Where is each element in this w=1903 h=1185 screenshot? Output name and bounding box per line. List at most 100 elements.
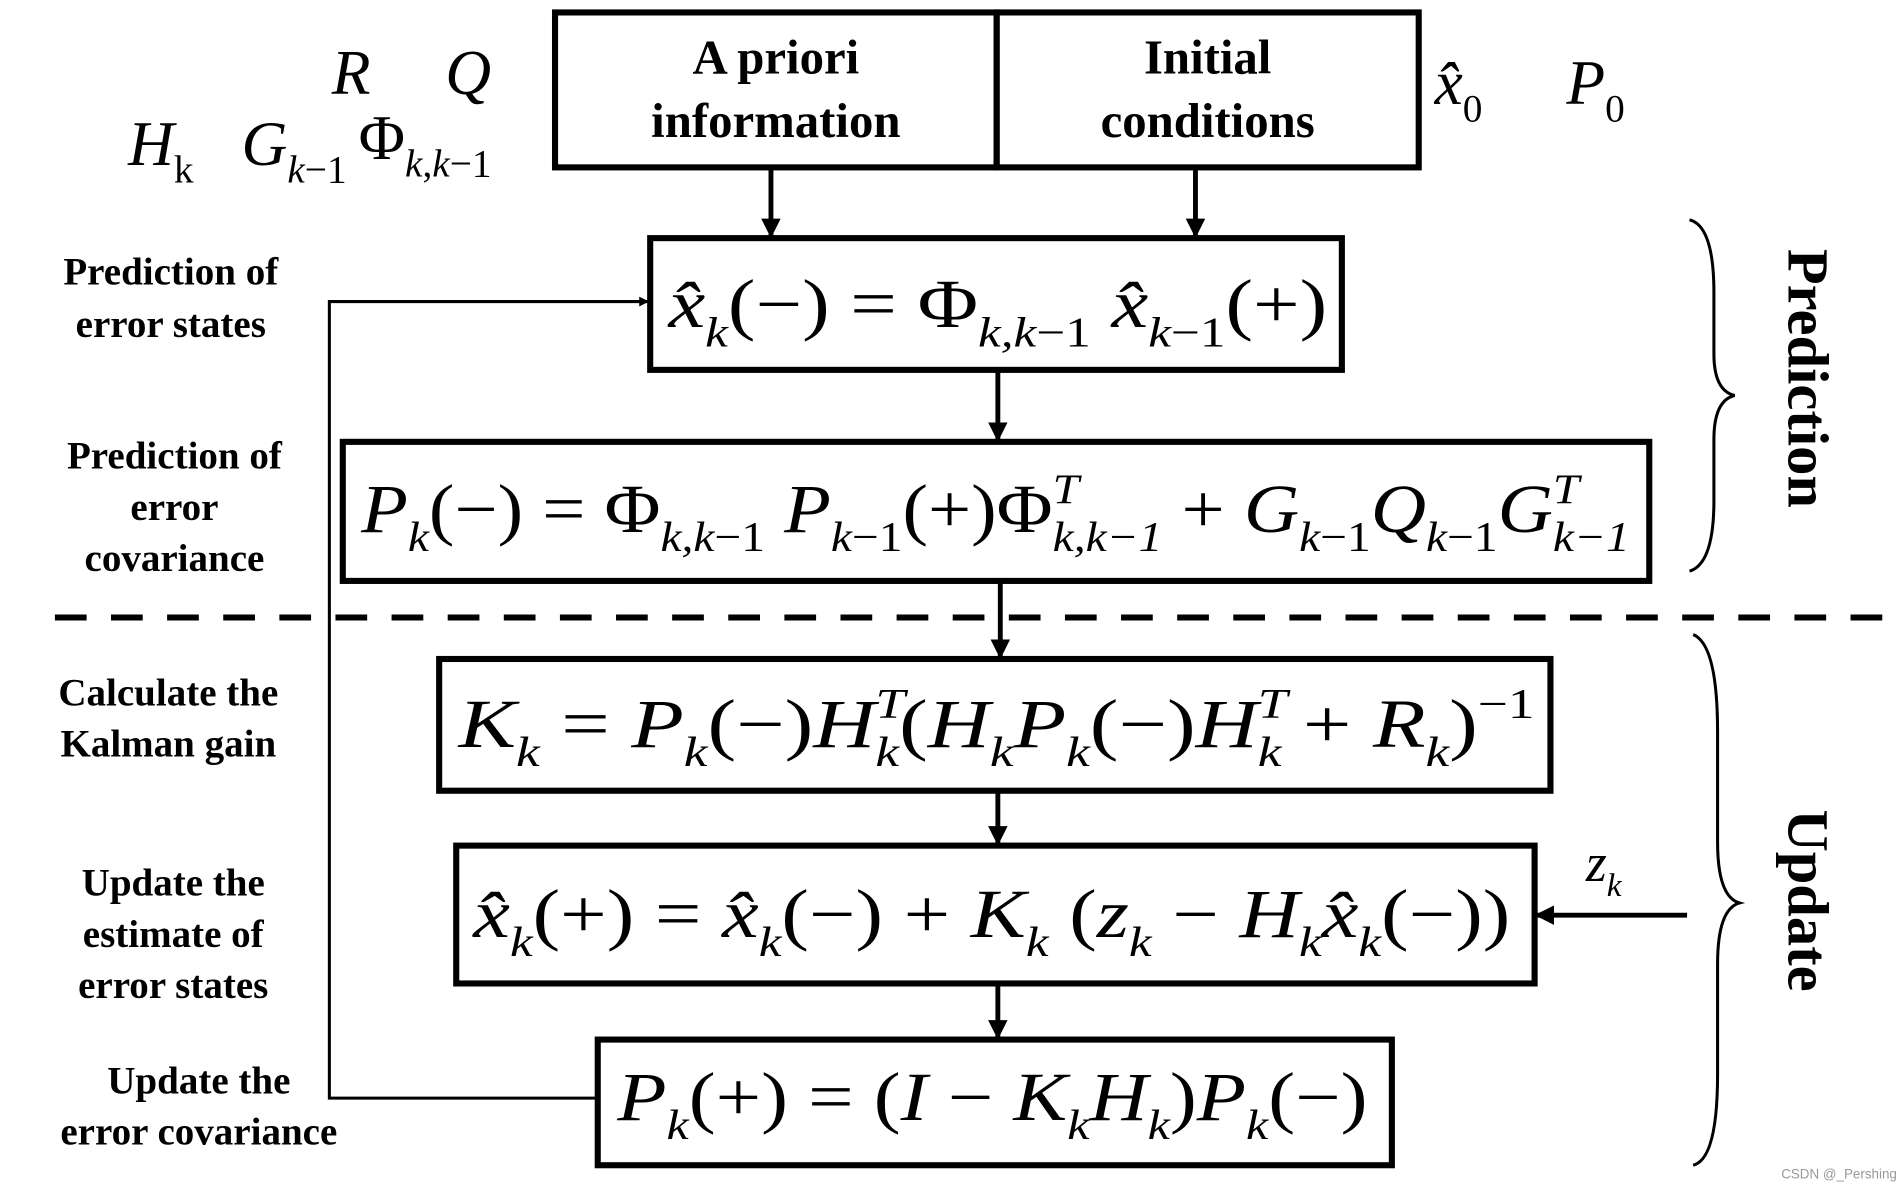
math-subscript: k,k−1 <box>1053 514 1163 561</box>
math-text: + <box>1162 471 1243 547</box>
math-text: − <box>1152 876 1240 952</box>
math-superscript: T <box>1053 466 1083 513</box>
math-variable: H <box>1194 686 1262 762</box>
math-variable: K <box>970 876 1030 952</box>
symbol-G: Gk−1 <box>242 108 347 192</box>
symbol-R: R <box>331 37 371 108</box>
label-upd-states-3: error states <box>78 964 268 1007</box>
math-subscript: k <box>408 514 430 561</box>
eq-update-state: x̂ k(+) = x̂ k(−) + Kk (z k − Hkx̂ k(−)) <box>472 876 1510 966</box>
math-subscript: k <box>684 729 709 776</box>
math-subscript: −1 <box>305 148 347 192</box>
math-text: = <box>540 686 632 762</box>
math-variable: P <box>630 686 684 762</box>
section-update: Update <box>1775 809 1840 991</box>
section-prediction: Prediction <box>1775 249 1840 508</box>
math-variable: H <box>927 686 995 762</box>
math-subscript: , <box>422 142 432 186</box>
label-pred-states-2: error states <box>76 303 266 346</box>
watermark: CSDN @_Pershing <box>1781 1167 1897 1182</box>
math-subscript: −1 <box>715 514 766 561</box>
math-variable: Q <box>445 37 491 108</box>
symbol-x0: x̂0 <box>1434 47 1483 131</box>
math-variable: z <box>1096 876 1129 952</box>
math-variable: H <box>127 108 177 179</box>
symbol-zk: zk <box>1585 833 1623 904</box>
math-subscript: k <box>287 148 306 192</box>
math-subscript: k <box>1258 729 1283 776</box>
math-subscript: k,k <box>978 309 1038 356</box>
label-upd-cov-2: error covariance <box>60 1110 337 1153</box>
math-variable: R <box>1372 686 1426 762</box>
math-text: + <box>1281 686 1373 762</box>
symbol-H: Hk <box>127 108 194 192</box>
initial-line1: Initial <box>1144 30 1271 84</box>
math-subscript: k <box>1299 919 1323 966</box>
math-text: (−) <box>1090 686 1196 762</box>
math-subscript: −1 <box>1320 514 1371 561</box>
math-variable: H <box>1238 876 1303 952</box>
math-subscript: k <box>990 729 1015 776</box>
math-text: (+)Φ <box>903 471 1053 547</box>
prediction-brace <box>1688 218 1736 573</box>
math-subscript: k <box>705 309 729 356</box>
math-text: Φ <box>359 102 405 173</box>
math-subscript: k <box>510 919 534 966</box>
math-variable: P <box>616 1059 666 1135</box>
update-brace <box>1692 633 1746 1167</box>
math-subscript: −1 <box>1447 514 1498 561</box>
kalman-filter-diagram: A priori information Initial conditions … <box>54 9 1897 1182</box>
math-variable: K <box>457 686 520 762</box>
math-subscript: k <box>1148 1102 1172 1149</box>
label-pred-states-1: Prediction of <box>63 250 279 293</box>
math-variable: H <box>812 686 880 762</box>
math-subscript: k <box>1426 514 1448 561</box>
initial-line2: conditions <box>1101 94 1315 148</box>
math-superscript: T <box>1553 466 1583 513</box>
math-subscript: k <box>1607 867 1623 904</box>
math-superscript: −1 <box>1478 681 1535 728</box>
label-pred-cov-1: Prediction of <box>67 435 283 478</box>
math-subscript: k <box>405 142 424 186</box>
math-subscript: 0 <box>1463 87 1483 131</box>
math-variable: x̂ <box>1091 266 1148 342</box>
math-subscript: k <box>831 514 853 561</box>
math-variable: G <box>242 108 288 179</box>
math-variable: x̂ <box>667 266 705 342</box>
math-variable: Q <box>1371 471 1426 547</box>
math-text: (−) <box>707 686 813 762</box>
math-subscript: k <box>432 142 451 186</box>
math-text: ) <box>1170 1059 1197 1135</box>
math-text: (−) = Φ <box>728 266 978 342</box>
math-subscript: k <box>1148 309 1172 356</box>
math-text: ( <box>899 686 928 762</box>
symbol-Phi: Φk,k−1 <box>359 102 492 186</box>
math-variable: H <box>1088 1059 1152 1135</box>
math-variable: x̂ <box>472 876 510 952</box>
math-subscript: k <box>1246 1102 1270 1149</box>
math-text: (−) + <box>781 876 970 952</box>
math-variable: x̂ <box>1434 47 1463 118</box>
math-subscript: k <box>1026 919 1050 966</box>
math-subscript: −1 <box>1036 309 1091 356</box>
math-text: (−) <box>1268 1059 1367 1135</box>
math-subscript: k <box>1067 1102 1091 1149</box>
symbol-P0: P0 <box>1565 47 1624 131</box>
math-subscript: k <box>667 1102 691 1149</box>
eq-update-covariance: Pk(+) = (I − KkH k)P k(−) <box>616 1059 1367 1149</box>
math-subscript: 0 <box>1605 87 1625 131</box>
math-text: − <box>928 1059 1014 1135</box>
a-priori-line2: information <box>651 94 900 148</box>
a-priori-line1: A priori <box>693 30 860 84</box>
math-variable: P <box>1565 47 1605 118</box>
math-subscript: −1 <box>1171 309 1226 356</box>
eq-predict-covariance: Pk(−) = Φk,k −1 Pk−1(+)Φ Tk,k−1 + Gk−1Q k−1… <box>360 466 1630 561</box>
math-text: (+) = ( <box>689 1059 901 1135</box>
math-variable: x̂ <box>1321 876 1359 952</box>
math-variable: P <box>1196 1059 1246 1135</box>
math-variable: G <box>1498 471 1553 547</box>
math-subscript: k,k <box>660 514 715 561</box>
eq-kalman-gain: Kk = Pk(−) H Tk(HkP k(−) H Tk + Rk) −1 <box>457 681 1534 776</box>
math-subscript: k <box>516 729 541 776</box>
math-variable: z <box>1585 833 1607 893</box>
